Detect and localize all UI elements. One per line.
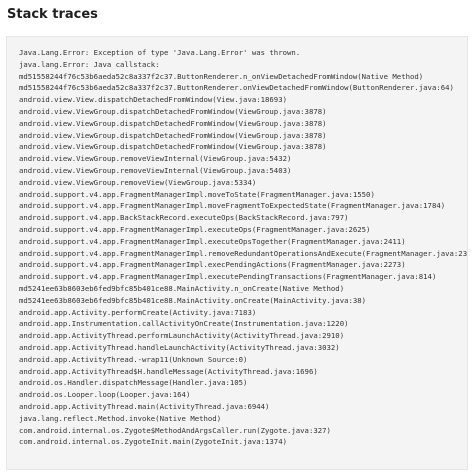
stack-trace-line: android.app.ActivityThread.main(Activity…	[19, 401, 270, 411]
stack-trace-line: java.lang.Error: Java callstack:	[19, 59, 160, 69]
stack-trace-line: android.support.v4.app.BackStackRecord.e…	[19, 213, 349, 223]
stack-trace-line: md5241ee63b8603eb6fed9bfc85b401ce88.Main…	[19, 283, 345, 293]
stack-trace-line: android.support.v4.app.FragmentManagerIm…	[19, 260, 406, 270]
stack-trace-line: md51558244f76c53b6aeda52c8a337f2c37.Butt…	[19, 71, 424, 81]
stack-trace-line: android.app.ActivityThread.performLaunch…	[19, 331, 345, 341]
stack-trace-line: android.view.View.dispatchDetachedFromWi…	[19, 95, 287, 105]
stack-trace-line: android.support.v4.app.FragmentManagerIm…	[19, 201, 446, 211]
stack-trace-line: md51558244f76c53b6aeda52c8a337f2c37.Butt…	[19, 83, 454, 93]
stack-trace-line: android.os.Handler.dispatchMessage(Handl…	[19, 378, 248, 388]
stack-trace-line: android.view.ViewGroup.dispatchDetachedF…	[19, 142, 327, 152]
stack-trace-line: com.android.internal.os.ZygoteInit.main(…	[19, 437, 287, 447]
stack-trace-line: android.view.ViewGroup.removeView(ViewGr…	[19, 177, 257, 187]
stack-trace-line: android.app.Activity.performCreate(Activ…	[19, 307, 257, 317]
stack-trace-line: android.app.ActivityThread$H.handleMessa…	[19, 366, 318, 376]
stack-trace-line: Java.Lang.Error: Exception of type 'Java…	[19, 48, 301, 57]
stack-trace-line: java.lang.reflect.Method.invoke(Native M…	[19, 413, 222, 423]
stack-trace-line: android.view.ViewGroup.dispatchDetachedF…	[19, 118, 327, 128]
stack-trace-line: android.support.v4.app.FragmentManagerIm…	[19, 272, 437, 282]
stack-trace-line: md5241ee63b8603eb6fed9bfc85b401ce88.Main…	[19, 295, 367, 305]
stack-trace-line: android.support.v4.app.FragmentManagerIm…	[19, 189, 375, 199]
stack-trace-line: android.view.ViewGroup.dispatchDetachedF…	[19, 106, 327, 116]
stack-trace-line: android.os.Looper.loop(Looper.java:164)	[19, 390, 191, 400]
stack-trace-list: Java.Lang.Error: Exception of type 'Java…	[19, 47, 468, 448]
stack-trace-line: com.android.internal.os.Zygote$MethodAnd…	[19, 425, 331, 435]
stack-trace-line: android.view.ViewGroup.removeViewInterna…	[19, 165, 292, 175]
stack-trace-line: android.app.ActivityThread.-wrap11(Unkno…	[19, 354, 248, 364]
stack-trace-line: android.view.ViewGroup.removeViewInterna…	[19, 154, 292, 164]
stack-trace-line: android.support.v4.app.FragmentManagerIm…	[19, 248, 468, 258]
stack-trace-line: android.view.ViewGroup.dispatchDetachedF…	[19, 130, 327, 140]
stack-trace-line: android.app.Instrumentation.callActivity…	[19, 319, 349, 329]
stack-trace-line: android.app.ActivityThread.handleLaunchA…	[19, 342, 340, 352]
page-title: Stack traces	[7, 7, 98, 22]
stack-trace-line: android.support.v4.app.FragmentManagerIm…	[19, 224, 371, 234]
stack-trace-line: android.support.v4.app.FragmentManagerIm…	[19, 236, 406, 246]
stack-trace-panel: Java.Lang.Error: Exception of type 'Java…	[6, 36, 468, 470]
